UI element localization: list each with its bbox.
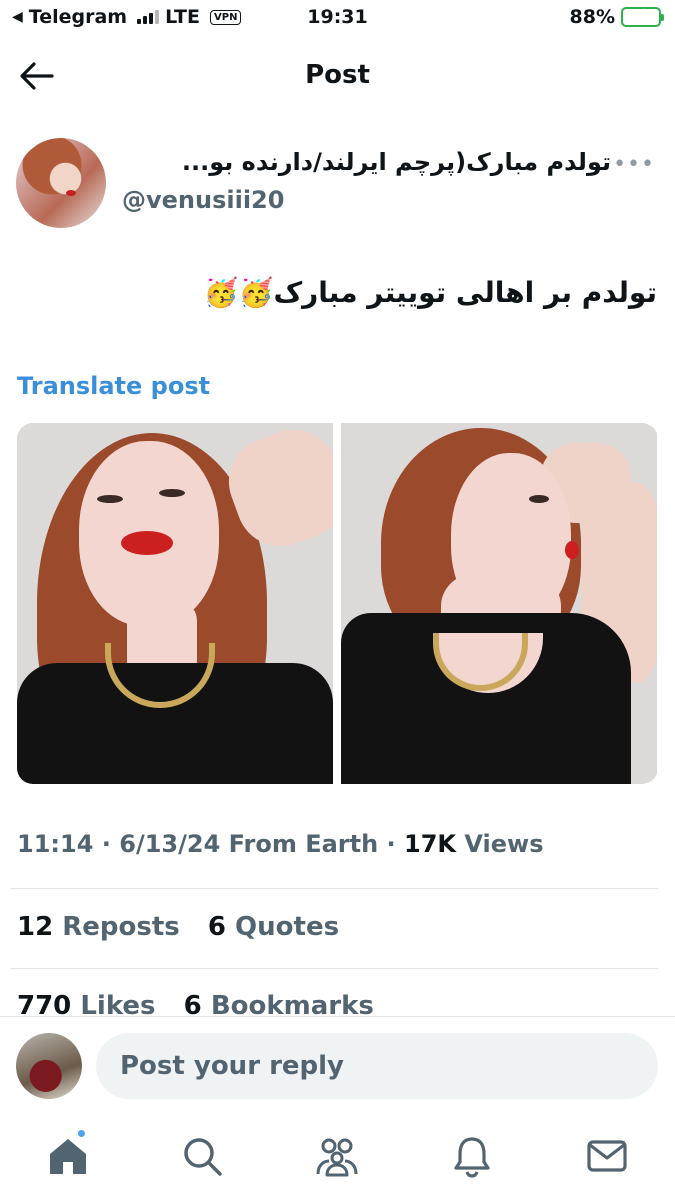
reply-input[interactable]: Post your reply bbox=[96, 1033, 658, 1099]
post-image-1[interactable] bbox=[17, 423, 333, 784]
quotes-link[interactable]: 6 Quotes bbox=[208, 912, 339, 942]
author-display-name[interactable]: تولدم مبارک(پرچم ایرلند/دارنده بو... bbox=[182, 148, 611, 176]
status-bar: ◀ Telegram LTE VPN 19:31 88% ⚡ bbox=[0, 0, 675, 38]
bottom-tab-bar bbox=[0, 1108, 675, 1200]
translate-post-link[interactable]: Translate post bbox=[17, 372, 210, 400]
battery-icon: ⚡ bbox=[621, 7, 664, 27]
post-media bbox=[17, 423, 658, 784]
notification-dot bbox=[76, 1128, 87, 1139]
post-date: 6/13/24 bbox=[119, 830, 221, 858]
repost-quote-stats: 12 Reposts 6 Quotes bbox=[17, 912, 339, 942]
post-meta: 11:14 · 6/13/24 From Earth · 17K Views bbox=[17, 830, 544, 858]
more-options-icon[interactable]: ••• bbox=[613, 152, 655, 177]
user-avatar[interactable] bbox=[16, 1033, 82, 1099]
post-image-2[interactable] bbox=[341, 423, 657, 784]
author-avatar[interactable] bbox=[16, 138, 106, 228]
home-icon[interactable] bbox=[46, 1134, 90, 1178]
reply-bar: Post your reply bbox=[0, 1016, 675, 1106]
divider bbox=[10, 968, 658, 969]
page-title: Post bbox=[305, 60, 370, 90]
communities-icon[interactable] bbox=[315, 1134, 359, 1178]
author-handle[interactable]: @venusiii20 bbox=[122, 186, 284, 214]
views-label: Views bbox=[464, 830, 544, 858]
notifications-icon[interactable] bbox=[450, 1134, 494, 1178]
views-count: 17K bbox=[404, 830, 457, 858]
post-text: تولدم بر اهالی توییتر مبارک🥳🥳 bbox=[203, 276, 657, 309]
battery-percent: 88% bbox=[569, 6, 615, 28]
messages-icon[interactable] bbox=[585, 1134, 629, 1178]
search-icon[interactable] bbox=[180, 1134, 224, 1178]
post-time: 11:14 bbox=[17, 830, 94, 858]
divider bbox=[10, 888, 658, 889]
reposts-link[interactable]: 12 Reposts bbox=[17, 912, 180, 942]
post-source: From Earth bbox=[228, 830, 379, 858]
top-header: Post bbox=[0, 40, 675, 112]
